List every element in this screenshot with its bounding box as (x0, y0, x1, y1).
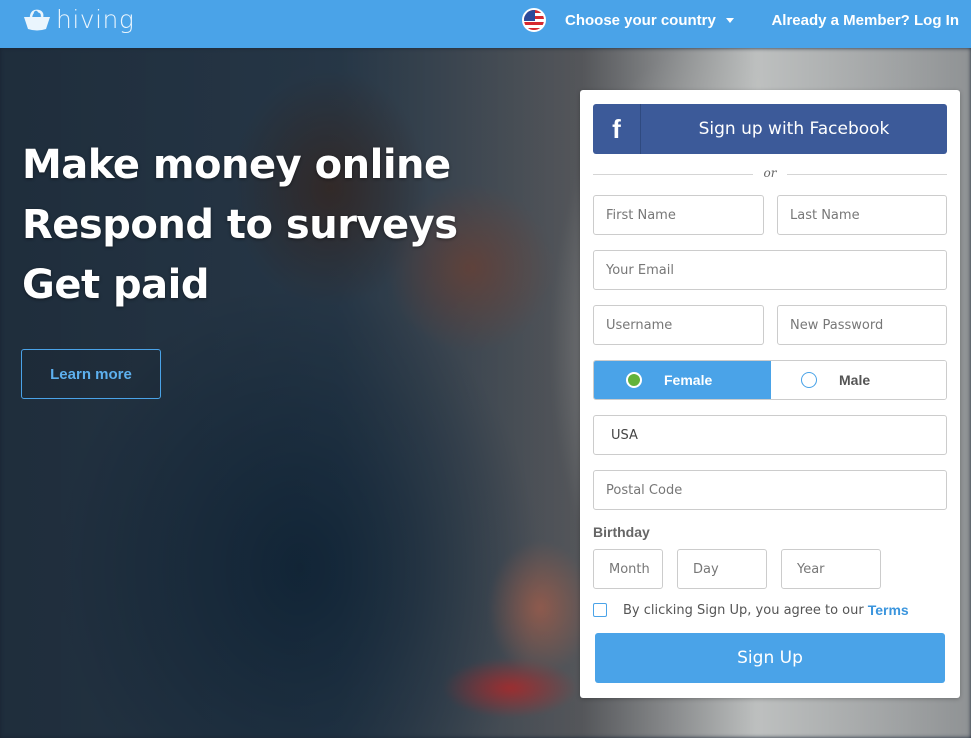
hero-line-2: Respond to surveys (22, 202, 458, 248)
facebook-signup-label: Sign up with Facebook (698, 119, 890, 139)
birthday-label: Birthday (593, 524, 650, 540)
gender-toggle: Female Male (593, 360, 947, 400)
radio-selected-icon (626, 372, 642, 388)
signup-button[interactable]: Sign Up (595, 633, 945, 683)
gender-male-label: Male (839, 372, 871, 388)
birth-day-select[interactable]: Day (677, 549, 767, 589)
username-input[interactable]: Username (593, 305, 764, 345)
divider-line-right (787, 174, 947, 175)
gender-female-option[interactable]: Female (594, 361, 771, 399)
terms-link[interactable]: Terms (868, 602, 909, 618)
or-text: or (763, 166, 777, 180)
checkbox-icon[interactable] (593, 603, 607, 617)
email-input[interactable]: Your Email (593, 250, 947, 290)
brand-logo[interactable]: hiving (22, 5, 134, 34)
first-name-input[interactable]: First Name (593, 195, 764, 235)
last-name-input[interactable]: Last Name (777, 195, 947, 235)
us-flag-icon (522, 8, 546, 32)
hero-line-3: Get paid (22, 262, 209, 308)
top-header: hiving Choose your country Already a Mem… (0, 0, 971, 48)
birth-month-select[interactable]: Month (593, 549, 663, 589)
login-link[interactable]: Already a Member? Log In (771, 12, 959, 29)
postal-code-input[interactable]: Postal Code (593, 470, 947, 510)
facebook-signup-button[interactable]: f Sign up with Facebook (593, 104, 947, 154)
country-selector-label: Choose your country (565, 11, 716, 29)
gender-female-label: Female (664, 372, 713, 388)
caret-down-icon (725, 17, 734, 23)
country-selector[interactable]: Choose your country (522, 6, 734, 34)
country-field[interactable]: USA (593, 415, 947, 455)
brand-name: hiving (56, 5, 135, 34)
terms-agreement: By clicking Sign Up, you agree to our Te… (593, 602, 909, 618)
radio-unselected-icon (801, 372, 817, 388)
new-password-input[interactable]: New Password (777, 305, 947, 345)
terms-text: By clicking Sign Up, you agree to our (623, 602, 864, 618)
birth-year-select[interactable]: Year (781, 549, 881, 589)
hero-headline: Make money online Respond to surveys Get… (22, 135, 458, 315)
facebook-icon: f (593, 104, 641, 154)
gender-male-option[interactable]: Male (771, 361, 946, 399)
hiving-logo-icon (24, 9, 50, 30)
signup-card: f Sign up with Facebook or First Name La… (580, 90, 960, 698)
learn-more-button[interactable]: Learn more (21, 349, 161, 399)
hero-line-1: Make money online (22, 142, 451, 188)
or-divider: or (593, 166, 947, 182)
